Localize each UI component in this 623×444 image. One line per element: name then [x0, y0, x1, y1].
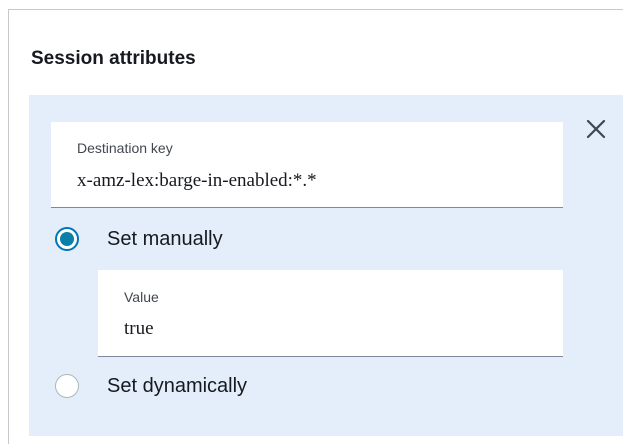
attribute-panel: Destination key x-amz-lex:barge-in-enabl… — [29, 95, 623, 436]
section-title: Session attributes — [31, 48, 196, 69]
value-input[interactable]: true — [124, 317, 154, 341]
session-attributes-container: Session attributes Destination key x-amz… — [8, 9, 623, 444]
set-manually-radio[interactable] — [55, 227, 79, 251]
destination-key-label: Destination key — [77, 140, 173, 156]
set-dynamically-label: Set dynamically — [107, 375, 248, 397]
value-label: Value — [124, 289, 159, 305]
destination-key-field[interactable]: Destination key x-amz-lex:barge-in-enabl… — [51, 122, 563, 208]
close-icon — [586, 119, 606, 139]
set-dynamically-radio[interactable] — [55, 374, 79, 398]
value-field[interactable]: Value true — [98, 270, 563, 357]
set-manually-label: Set manually — [107, 228, 223, 250]
destination-key-input[interactable]: x-amz-lex:barge-in-enabled:*.* — [77, 169, 317, 193]
remove-attribute-button[interactable] — [584, 117, 608, 141]
